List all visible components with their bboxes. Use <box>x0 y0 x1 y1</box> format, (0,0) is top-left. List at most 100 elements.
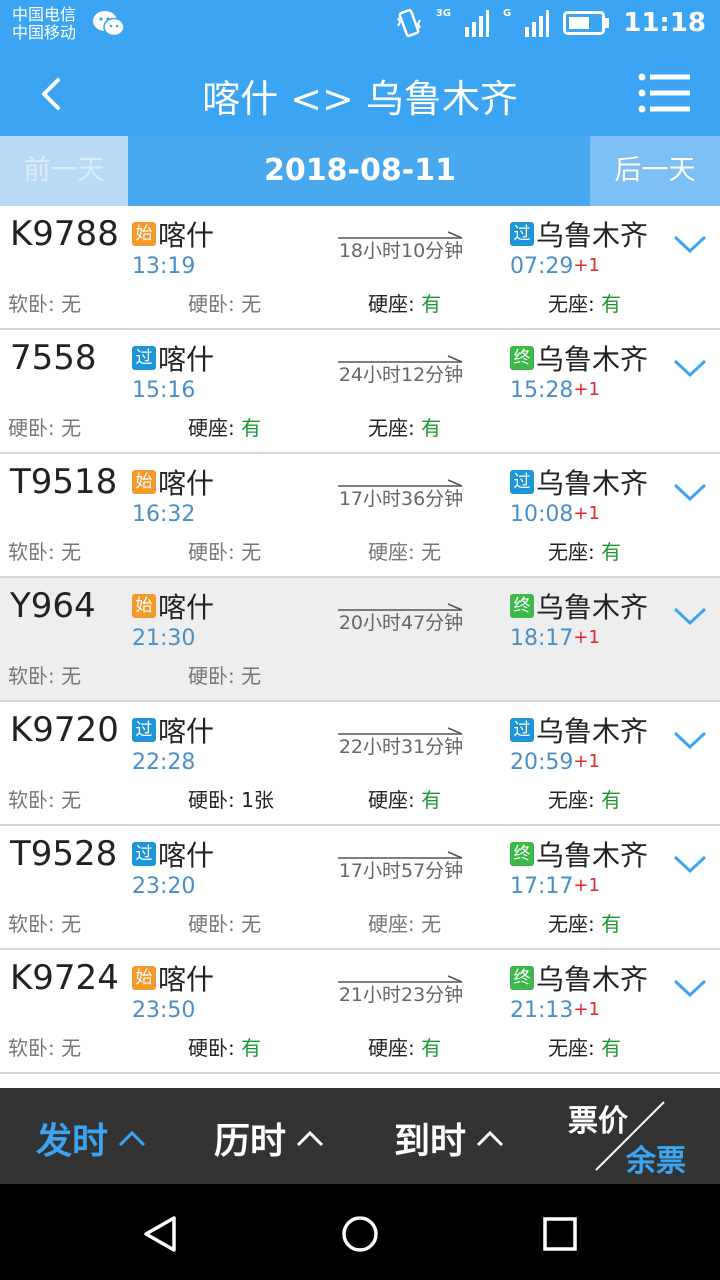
destination-name: 乌鲁木齐 <box>536 219 649 252</box>
destination-name: 乌鲁木齐 <box>536 839 649 872</box>
next-day-marker: +1 <box>573 751 600 772</box>
train-row[interactable]: K9720 过喀什 22:28 22小时31分钟过乌鲁木齐 20:59+1 软卧: 无硬卧… <box>0 702 720 826</box>
duration: 22小时31分钟 <box>338 710 464 758</box>
duration-text: 22小时31分钟 <box>338 736 464 758</box>
destination-name: 乌鲁木齐 <box>536 963 649 996</box>
chevron-down-icon[interactable] <box>672 232 708 256</box>
seat-availability: 硬座: 无 <box>368 908 441 937</box>
carrier-telecom: 中国电信 <box>12 5 77 24</box>
nav-recents-icon[interactable] <box>538 1212 582 1256</box>
departure-time: 15:16 <box>132 378 196 403</box>
train-number: Y964 <box>10 586 96 626</box>
seat-status: 有 <box>601 292 622 316</box>
sort-departure-label: 发时 <box>36 1121 109 1162</box>
arrival-time-text: 10:08 <box>510 502 574 527</box>
chevron-down-icon[interactable] <box>672 976 708 1000</box>
seat-type-label: 软卧: <box>8 912 55 936</box>
train-row[interactable]: Y964 始喀什 21:30 20小时47分钟终乌鲁木齐 18:17+1 软卧: 无硬卧:… <box>0 578 720 702</box>
origin-name: 喀什 <box>158 219 215 252</box>
train-row[interactable]: 7558 过喀什 15:16 24小时12分钟 终乌鲁木齐 15:28+1 硬卧: 无 硬座:… <box>0 330 720 454</box>
destination-station: 过乌鲁木齐 <box>510 462 648 502</box>
price-tickets-toggle[interactable]: 票价 余票 <box>568 1096 708 1179</box>
train-number: 7558 <box>10 338 97 378</box>
status-bar: 中国电信 中国移动 3G G 11:18 <box>0 0 720 50</box>
duration-text: 20小时47分钟 <box>338 612 464 634</box>
destination-name: 乌鲁木齐 <box>536 343 649 376</box>
duration: 17小时57分钟 <box>338 834 464 882</box>
destination-name: 乌鲁木齐 <box>536 715 649 748</box>
seat-availability: 硬卧: 1张 <box>188 784 274 813</box>
seat-availability: 软卧: 无 <box>8 288 81 317</box>
seat-status: 有 <box>601 788 622 812</box>
train-number: K9724 <box>10 958 119 998</box>
seat-type-label: 软卧: <box>8 788 55 812</box>
seat-status: 无 <box>61 540 82 564</box>
seat-type-label: 硬卧: <box>188 540 235 564</box>
chevron-down-icon[interactable] <box>672 604 708 628</box>
chevron-down-icon[interactable] <box>672 728 708 752</box>
seat-status: 无 <box>61 788 82 812</box>
train-row[interactable]: T9518 始喀什 16:32 17小时36分钟过乌鲁木齐 10:08+1 软卧: 无硬卧… <box>0 454 720 578</box>
origin-name: 喀什 <box>158 343 215 376</box>
seat-availability: 软卧: 无 <box>8 536 81 565</box>
chevron-down-icon[interactable] <box>672 480 708 504</box>
train-list: K9788 始喀什 13:19 18小时10分钟过乌鲁木齐 07:29+1 软卧: 无硬卧… <box>0 206 720 1074</box>
signal-icon <box>525 10 550 37</box>
sort-by-departure[interactable]: 发时 <box>36 1112 146 1164</box>
seat-type-label: 硬座: <box>188 416 235 440</box>
departure-time: 13:19 <box>132 254 196 279</box>
origin-badge: 过 <box>132 842 156 866</box>
seat-status: 无 <box>61 912 82 936</box>
seat-status: 有 <box>421 788 442 812</box>
seat-type-label: 硬座: <box>368 292 415 316</box>
seat-availability: 硬卧: 无 <box>188 908 261 937</box>
next-day-button[interactable]: 后一天 <box>590 136 720 206</box>
seat-type-label: 无座: <box>548 912 595 936</box>
train-row[interactable]: T9528 过喀什 23:20 17小时57分钟终乌鲁木齐 17:17+1 软卧: 无硬卧… <box>0 826 720 950</box>
arrival-time: 07:29+1 <box>510 254 600 279</box>
arrival-time: 18:17+1 <box>510 626 600 651</box>
seat-type-label: 无座: <box>548 1036 595 1060</box>
arrival-time: 17:17+1 <box>510 874 600 899</box>
nav-back-icon[interactable] <box>138 1212 182 1256</box>
arrival-time: 20:59+1 <box>510 750 600 775</box>
sort-by-arrival[interactable]: 到时 <box>394 1112 504 1164</box>
destination-badge: 过 <box>510 222 534 246</box>
app-bar: 喀什 <> 乌鲁木齐 <box>0 50 720 136</box>
duration-text: 17小时36分钟 <box>338 488 464 510</box>
seat-availability: 硬座: 无 <box>368 536 441 565</box>
sort-duration-label: 历时 <box>214 1121 287 1162</box>
origin-badge: 过 <box>132 718 156 742</box>
duration: 18小时10分钟 <box>338 214 464 262</box>
seat-availability: 硬卧: 无 <box>188 288 261 317</box>
clock: 11:18 <box>623 8 706 38</box>
seat-availability: 无座: 有 <box>548 288 621 317</box>
train-row[interactable]: K9788 始喀什 13:19 18小时10分钟过乌鲁木齐 07:29+1 软卧: 无硬卧… <box>0 206 720 330</box>
destination-badge: 过 <box>510 470 534 494</box>
arrival-time-text: 07:29 <box>510 254 574 279</box>
train-row[interactable]: K9724 始喀什 23:50 21小时23分钟 终乌鲁木齐 21:13+1 软卧: 无 硬卧… <box>0 950 720 1074</box>
seat-type-label: 无座: <box>548 788 595 812</box>
seat-status: 无 <box>241 540 262 564</box>
next-day-marker: +1 <box>573 503 600 524</box>
seat-availability: 无座: 有 <box>548 784 621 813</box>
menu-list-icon[interactable] <box>638 72 690 114</box>
chevron-down-icon[interactable] <box>672 356 708 380</box>
seat-type-label: 软卧: <box>8 664 55 688</box>
battery-icon <box>563 11 610 35</box>
sort-bar: 发时 历时 到时 票价 余票 <box>0 1088 720 1184</box>
sort-by-duration[interactable]: 历时 <box>214 1112 324 1164</box>
seat-status: 无 <box>421 540 442 564</box>
train-number: K9720 <box>10 710 119 750</box>
chevron-down-icon[interactable] <box>672 852 708 876</box>
next-day-marker: +1 <box>573 379 600 400</box>
seat-type-label: 无座: <box>368 416 415 440</box>
seat-status: 有 <box>421 1036 442 1060</box>
seat-type-label: 硬卧: <box>188 292 235 316</box>
next-day-marker: +1 <box>573 875 600 896</box>
signal-icon <box>465 10 490 37</box>
train-number: T9528 <box>10 834 118 874</box>
network-3g-label: 3G <box>435 7 452 19</box>
origin-station: 始喀什 <box>132 462 214 502</box>
nav-home-icon[interactable] <box>338 1212 382 1256</box>
